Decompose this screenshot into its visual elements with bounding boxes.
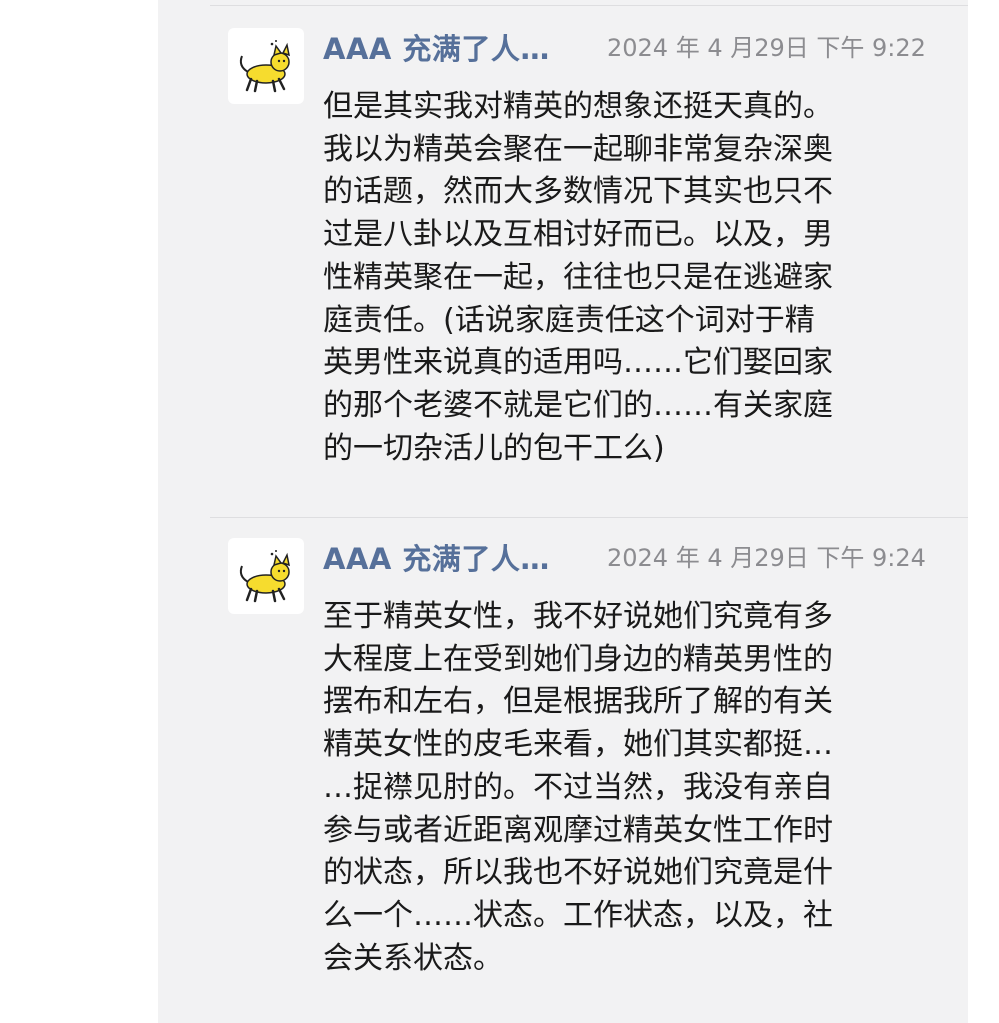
comment-line: 参与或者近距离观摩过精英女性工作时 [323,812,833,848]
comment-line: 会关系状态。 [323,940,503,976]
comment-line: 摆布和左右，但是根据我所了解的有关 [323,684,833,720]
comment-line: 但是其实我对精英的想象还挺天真的。 [323,89,833,124]
avatar[interactable] [228,28,304,104]
divider [210,517,968,518]
comment-line: 的那个老婆不就是它们的……有关家庭 [323,387,833,423]
divider [210,5,968,6]
yellow-cat-icon [239,40,290,93]
comment-line: 的一切杂活儿的包干工么) [323,430,665,466]
comment-line: 英男性来说真的适用吗……它们娶回家 [323,345,833,381]
comment-line: 大程度上在受到她们身边的精英男性的 [323,641,833,677]
comment-line: 庭责任。(话说家庭责任这个词对于精 [323,302,815,338]
comment-line: 的话题，然而大多数情况下其实也只不 [323,174,833,210]
comment-timestamp: 2024 年 4 月29日 下午 9:24 [607,544,926,572]
comment-line: 至于精英女性，我不好说她们究竟有多 [323,599,833,634]
comment-author[interactable]: AAA 充满了人… [323,536,550,578]
comment-line: 的状态，所以我也不好说她们究竟是什 [323,855,833,891]
comment-timestamp: 2024 年 4 月29日 下午 9:22 [607,34,926,62]
avatar[interactable] [228,538,304,614]
comment-body: 但是其实我对精英的想象还挺天真的。 我以为精英会聚在一起聊非常复杂深奥 的话题，… [323,86,938,470]
comment-author[interactable]: AAA 充满了人… [323,26,550,68]
comment-line: 我以为精英会聚在一起聊非常复杂深奥 [323,131,833,167]
yellow-cat-icon [239,550,290,603]
comment-line: 过是八卦以及互相讨好而已。以及，男 [323,217,833,253]
comment-line: 精英女性的皮毛来看，她们其实都挺… [323,727,833,763]
comment-line: 么一个……状态。工作状态，以及，社 [323,897,833,933]
comment-line: …捉襟见肘的。不过当然，我没有亲自 [323,769,833,805]
comment-body: 至于精英女性，我不好说她们究竟有多 大程度上在受到她们身边的精英男性的 摆布和左… [323,596,938,980]
comment-line: 性精英聚在一起，往往也只是在逃避家 [323,259,833,295]
